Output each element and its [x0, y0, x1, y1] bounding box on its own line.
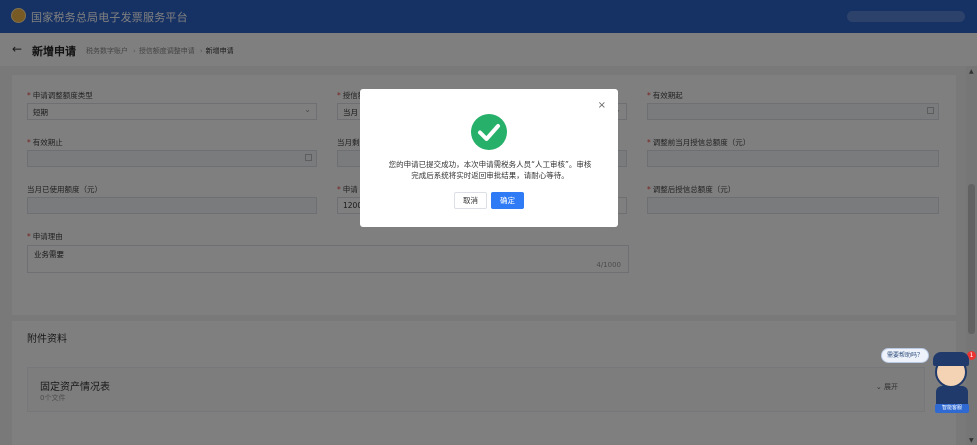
assistant-widget[interactable]: 需要帮助吗？ 1 智能客服: [879, 346, 977, 445]
cancel-button[interactable]: 取消: [454, 192, 487, 209]
success-check-icon: [471, 114, 507, 150]
assistant-bubble[interactable]: 需要帮助吗？: [881, 348, 929, 363]
confirm-button[interactable]: 确定: [491, 192, 524, 209]
dialog-message: 您的申请已提交成功，本次申请需税务人员“人工审核”。审核完成后系统将实时返回审批…: [388, 160, 592, 180]
success-dialog: × 您的申请已提交成功，本次申请需税务人员“人工审核”。审核完成后系统将实时返回…: [360, 89, 618, 227]
assistant-avatar-cap: [933, 352, 969, 366]
assistant-tag: 智能客服: [935, 404, 969, 413]
close-icon[interactable]: ×: [598, 100, 606, 111]
